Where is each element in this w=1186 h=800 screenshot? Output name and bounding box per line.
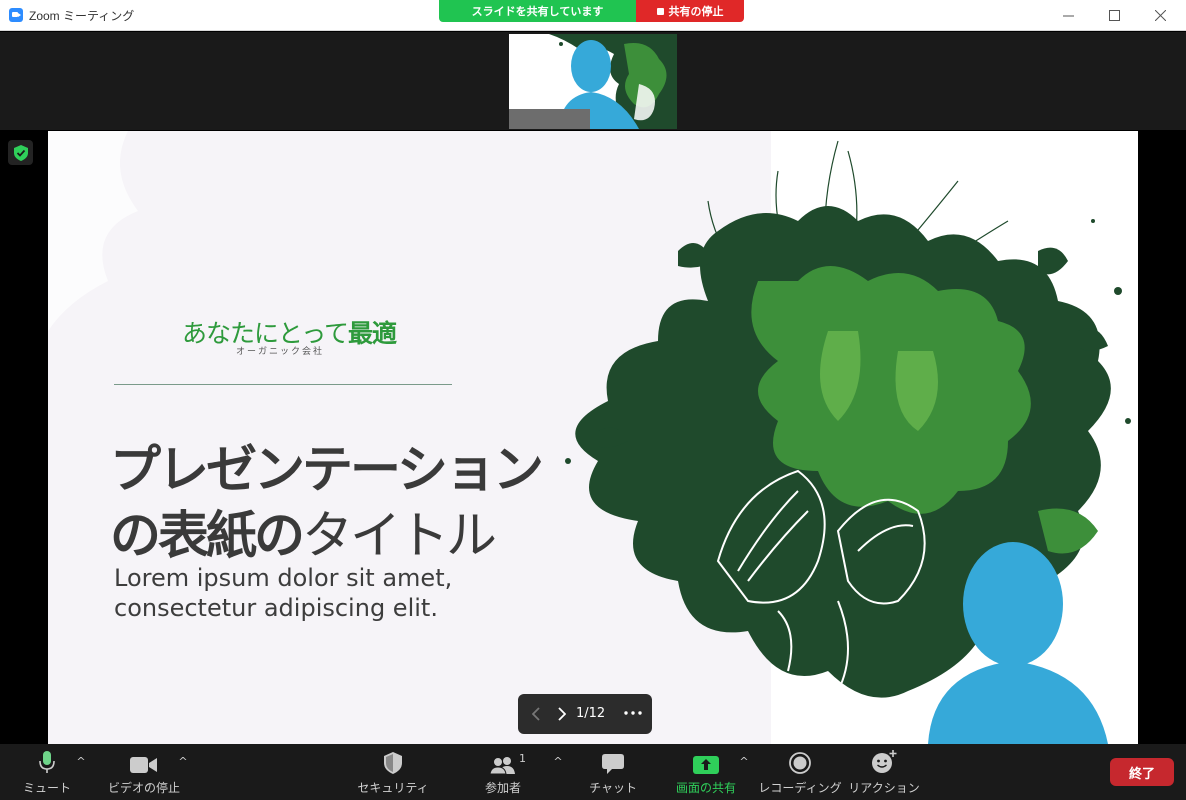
participant-name-tag xyxy=(509,109,590,129)
shield-icon xyxy=(384,752,402,774)
slide-navigator: 1/12 xyxy=(518,694,652,734)
slide-title-line2: の表紙のタイトル xyxy=(110,507,497,566)
sharing-status: スライドを共有しています xyxy=(439,0,636,22)
shared-slide: あなたにとって最適 オーガニック会社 プレゼンテーション の表紙のタイトル Lo… xyxy=(48,131,1138,744)
slide-fern-artwork xyxy=(565,140,1131,744)
slide-divider xyxy=(114,384,452,385)
record-label: レコーディング xyxy=(758,781,842,795)
video-options-caret[interactable]: ^ xyxy=(176,754,190,768)
record-icon xyxy=(789,752,811,774)
zoom-logo-icon xyxy=(9,8,23,22)
security-button[interactable]: セキュリティ xyxy=(357,744,429,800)
audio-options-caret[interactable]: ^ xyxy=(74,754,88,768)
end-meeting-button[interactable]: 終了 xyxy=(1110,758,1174,786)
record-button[interactable]: レコーディング xyxy=(758,744,842,800)
stop-video-button[interactable]: ビデオの停止 xyxy=(108,744,181,800)
brand-company: オーガニック会社 xyxy=(236,347,325,357)
stop-share-label: 共有の停止 xyxy=(668,5,724,18)
shield-check-icon xyxy=(13,144,28,161)
chat-button[interactable]: チャット xyxy=(589,744,637,800)
chevron-right-icon xyxy=(558,707,566,721)
reaction-emoji-icon xyxy=(872,750,897,773)
meeting-toolbar: ミュート ^ ビデオの停止 ^ セキュリティ 1 参加者 ^ チャット 画面の共… xyxy=(0,744,1186,800)
participants-options-caret[interactable]: ^ xyxy=(551,754,565,768)
maximize-button[interactable] xyxy=(1091,0,1137,31)
video-camera-icon xyxy=(130,757,157,773)
share-options-caret[interactable]: ^ xyxy=(737,754,751,768)
slide-page-indicator: 1/12 xyxy=(576,706,606,721)
chat-label: チャット xyxy=(589,781,637,795)
reactions-label: リアクション xyxy=(848,781,920,795)
share-screen-label: 画面の共有 xyxy=(675,781,736,795)
share-screen-icon xyxy=(693,756,719,774)
slide-corner-texture xyxy=(48,131,138,331)
more-horizontal-icon xyxy=(624,711,642,715)
minimize-button[interactable] xyxy=(1045,0,1091,31)
participants-count: 1 xyxy=(519,752,526,765)
share-screen-button[interactable]: 画面の共有 xyxy=(673,744,739,800)
participant-strip xyxy=(0,32,1186,130)
participant-thumbnail[interactable] xyxy=(509,34,677,129)
participants-label: 参加者 xyxy=(484,781,521,795)
previous-slide-button[interactable] xyxy=(528,704,544,724)
slide-body-line2: consectetur adipiscing elit. xyxy=(114,594,438,622)
sharing-banner: スライドを共有しています 共有の停止 xyxy=(439,0,744,22)
slide-body-line1: Lorem ipsum dolor sit amet, xyxy=(114,564,453,592)
next-slide-button[interactable] xyxy=(554,704,570,724)
stop-video-label: ビデオの停止 xyxy=(108,781,181,795)
chat-icon xyxy=(602,754,624,774)
microphone-icon xyxy=(39,751,55,773)
security-label: セキュリティ xyxy=(357,781,429,795)
window-title: Zoom ミーティング xyxy=(29,9,135,23)
participants-icon xyxy=(490,757,515,774)
chevron-left-icon xyxy=(532,707,540,721)
slide-more-button[interactable] xyxy=(620,702,646,724)
mute-label: ミュート xyxy=(23,781,72,795)
participants-button[interactable]: 1 参加者 xyxy=(483,744,526,800)
reactions-button[interactable]: リアクション xyxy=(848,744,920,800)
encryption-shield-button[interactable] xyxy=(8,140,33,165)
mute-button[interactable]: ミュート xyxy=(23,744,71,800)
stop-share-button[interactable]: 共有の停止 xyxy=(636,0,744,22)
stop-icon xyxy=(656,7,664,15)
close-button[interactable] xyxy=(1137,0,1183,31)
slide-title-line1: プレゼンテーション xyxy=(110,441,544,500)
